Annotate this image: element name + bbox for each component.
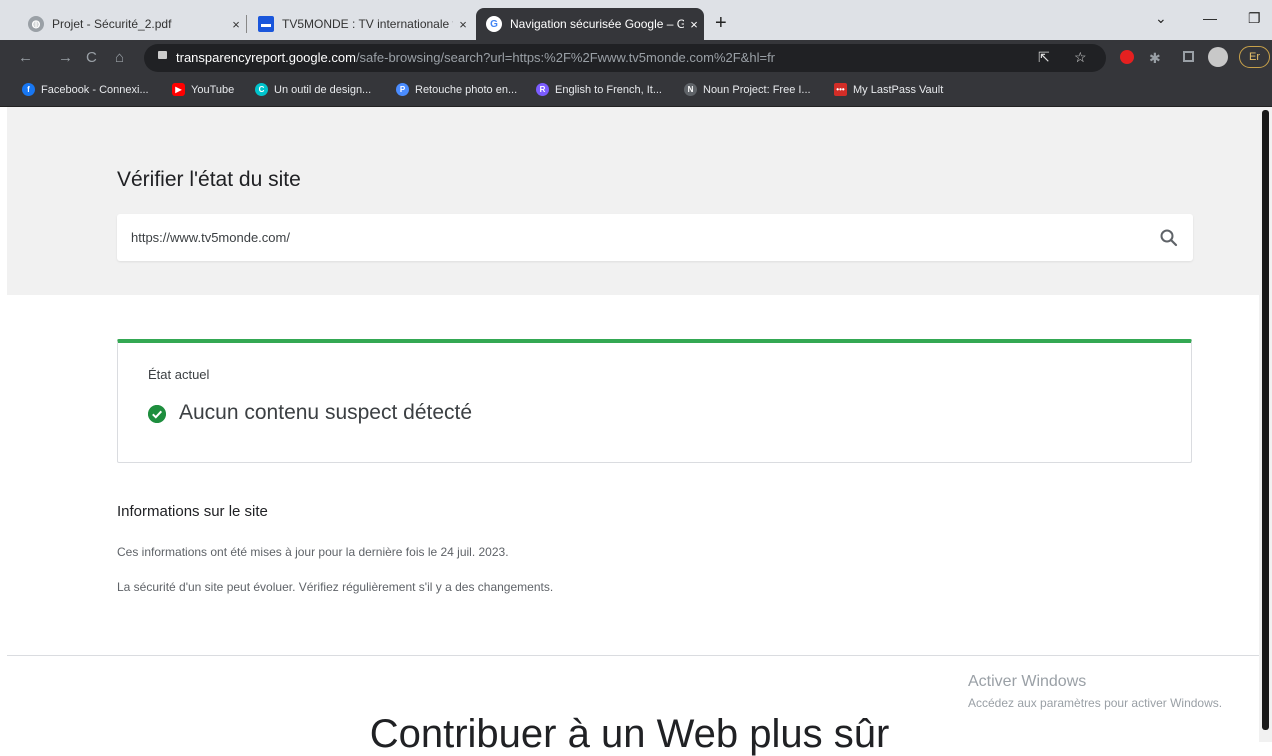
windows-activation-text: Accédez aux paramètres pour activer Wind… — [968, 696, 1223, 710]
windows-activation-title: Activer Windows — [968, 673, 1087, 690]
bookmark-label: YouTube — [191, 83, 235, 96]
tab-search-icon[interactable]: ⌄ — [1155, 10, 1167, 27]
globe-icon: ◍ — [28, 16, 44, 32]
section-heading: Contribuer à un Web plus sûr — [369, 712, 890, 756]
site-search-input[interactable]: https://www.tv5monde.com/ — [117, 214, 1193, 261]
tab-label: Navigation sécurisée Google – Go — [510, 17, 684, 31]
scrollbar-thumb[interactable] — [1262, 110, 1269, 730]
bookmark-photo-editor[interactable]: P Retouche photo en... — [396, 83, 517, 96]
canva-icon: C — [255, 83, 268, 96]
search-icon[interactable] — [1159, 228, 1179, 248]
divider — [7, 655, 1259, 656]
tab-safe-browsing[interactable]: G Navigation sécurisée Google – Go × — [476, 8, 704, 40]
bookmark-reverso[interactable]: R English to French, It... — [536, 83, 662, 96]
google-icon: G — [486, 16, 502, 32]
browser-toolbar: ← → C ⌂ transparencyreport.google.com/sa… — [0, 40, 1272, 76]
bookmark-label: My LastPass Vault — [853, 83, 944, 96]
page-title: Vérifier l'état du site — [117, 168, 301, 191]
back-icon[interactable]: ← — [18, 49, 33, 66]
close-tab-icon[interactable]: × — [684, 17, 704, 32]
reload-icon[interactable]: C — [86, 49, 97, 66]
bookmark-label: Noun Project: Free I... — [703, 83, 811, 96]
profile-button[interactable]: Er — [1239, 46, 1270, 68]
bookmark-star-icon[interactable]: ☆ — [1074, 49, 1087, 66]
info-updated-text: Ces informations ont été mises à jour po… — [117, 545, 509, 559]
url-text: transparencyreport.google.com/safe-brows… — [176, 50, 776, 65]
home-icon[interactable]: ⌂ — [115, 49, 124, 66]
forward-icon[interactable]: → — [58, 49, 73, 66]
share-icon[interactable]: ⇱ — [1038, 49, 1050, 66]
info-heading: Informations sur le site — [117, 503, 268, 520]
bookmark-noun-project[interactable]: N Noun Project: Free I... — [684, 83, 811, 96]
tab-label: Projet - Sécurité_2.pdf — [52, 17, 172, 31]
facebook-icon: f — [22, 83, 35, 96]
tab-strip: ◍ Projet - Sécurité_2.pdf × ▬ TV5MONDE :… — [0, 0, 1272, 40]
status-card: État actuel Aucun contenu suspect détect… — [117, 339, 1192, 463]
check-circle-icon — [148, 405, 166, 423]
bookmark-label: Un outil de design... — [274, 83, 372, 96]
avatar[interactable] — [1208, 47, 1228, 67]
tab-label: TV5MONDE : TV internationale fr — [282, 17, 453, 31]
bookmark-label: Facebook - Connexi... — [41, 83, 149, 96]
address-bar[interactable]: transparencyreport.google.com/safe-brows… — [144, 44, 1106, 72]
tv5monde-icon: ▬ — [258, 16, 274, 32]
search-value: https://www.tv5monde.com/ — [131, 230, 290, 245]
info-advice-text: La sécurité d'un site peut évoluer. Véri… — [117, 580, 554, 594]
close-tab-icon[interactable]: × — [453, 17, 473, 32]
side-panel-icon[interactable] — [1183, 51, 1194, 62]
restore-button[interactable]: ❐ — [1248, 10, 1261, 27]
tab-tv5monde[interactable]: ▬ TV5MONDE : TV internationale fr × — [248, 8, 473, 40]
lock-icon — [158, 51, 167, 59]
bookmark-canva[interactable]: C Un outil de design... — [255, 83, 371, 96]
bookmarks-bar: f Facebook - Connexi... ▶ YouTube C Un o… — [0, 76, 1272, 107]
lastpass-icon: ••• — [834, 83, 847, 96]
search-section — [7, 107, 1259, 295]
extensions-puzzle-icon[interactable]: ✱ — [1149, 50, 1161, 67]
bookmark-facebook[interactable]: f Facebook - Connexi... — [22, 83, 149, 96]
bookmark-label: Retouche photo en... — [415, 83, 518, 96]
photopea-icon: P — [396, 83, 409, 96]
tab-pdf[interactable]: ◍ Projet - Sécurité_2.pdf × — [18, 8, 246, 40]
status-label: État actuel — [148, 367, 210, 382]
extension-icon[interactable] — [1120, 50, 1134, 64]
bookmark-youtube[interactable]: ▶ YouTube — [172, 83, 234, 96]
globe-icon: N — [684, 83, 697, 96]
youtube-icon: ▶ — [172, 83, 185, 96]
close-tab-icon[interactable]: × — [226, 17, 246, 32]
tab-separator — [246, 15, 247, 33]
new-tab-button[interactable]: + — [715, 12, 727, 35]
bookmark-label: English to French, It... — [555, 83, 662, 96]
bookmark-lastpass[interactable]: ••• My LastPass Vault — [834, 83, 943, 96]
reverso-icon: R — [536, 83, 549, 96]
status-text: Aucun contenu suspect détecté — [179, 401, 473, 424]
minimize-button[interactable]: — — [1203, 10, 1217, 26]
